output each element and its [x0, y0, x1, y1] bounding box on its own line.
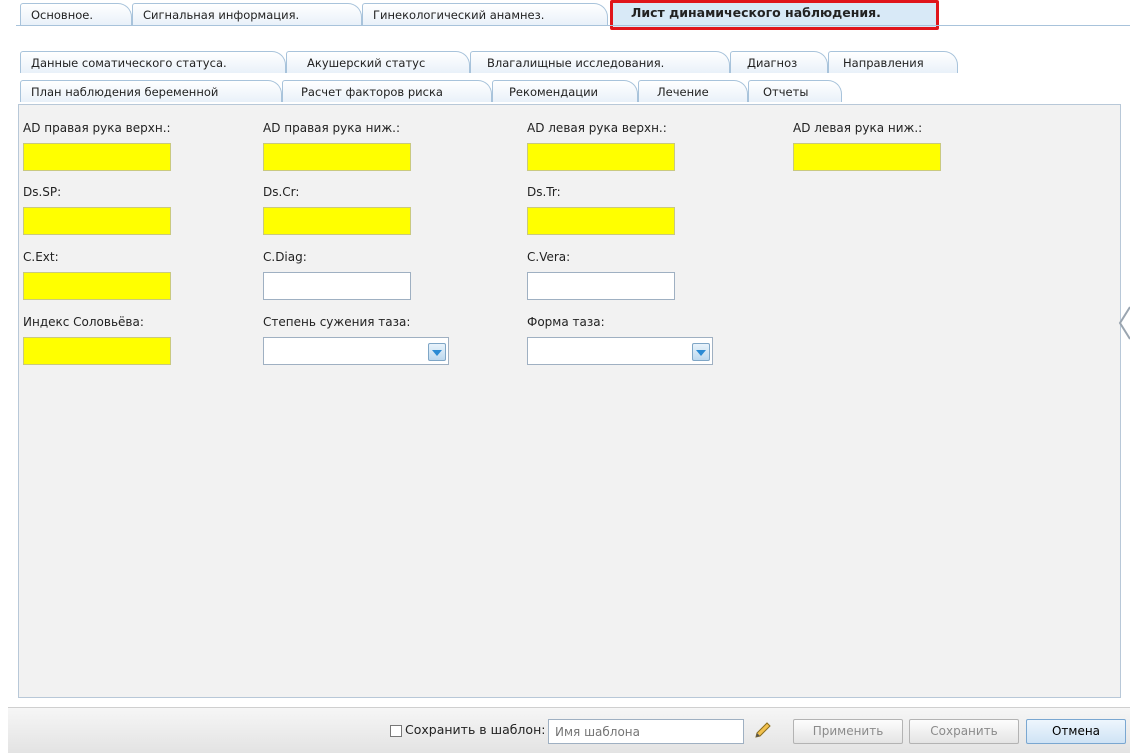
- tab-somatic-status[interactable]: Данные соматического статуса.: [20, 51, 286, 73]
- chevron-down-icon[interactable]: [692, 343, 710, 361]
- c-vera-input[interactable]: [527, 272, 675, 300]
- ad-right-lower-input[interactable]: [263, 143, 411, 171]
- save-button[interactable]: Сохранить: [909, 719, 1019, 744]
- ad-left-upper-label: AD левая рука верхн.:: [527, 121, 667, 135]
- tab-recommendations[interactable]: Рекомендации: [492, 80, 638, 102]
- tab-risk-factors[interactable]: Расчет факторов риска: [282, 80, 492, 102]
- tab-gyn-anamnesis[interactable]: Гинекологический анамнез.: [362, 3, 608, 25]
- tab-vaginal-exam[interactable]: Влагалищные исследования.: [470, 51, 730, 73]
- ds-cr-input[interactable]: [263, 207, 411, 235]
- ad-right-upper-label: AD правая рука верхн.:: [23, 121, 171, 135]
- c-diag-input[interactable]: [263, 272, 411, 300]
- c-ext-label: C.Ext:: [23, 250, 59, 264]
- chevron-left-icon[interactable]: [1118, 305, 1130, 341]
- c-ext-input[interactable]: [23, 272, 171, 300]
- save-template-checkbox[interactable]: [390, 725, 402, 737]
- apply-button[interactable]: Применить: [793, 719, 903, 744]
- ad-left-lower-label: AD левая рука ниж.:: [793, 121, 923, 135]
- pelvis-shape-label: Форма таза:: [527, 315, 605, 329]
- pelvis-shape-select[interactable]: [527, 337, 713, 365]
- ad-right-lower-label: AD правая рука ниж.:: [263, 121, 400, 135]
- c-vera-label: C.Vera:: [527, 250, 571, 264]
- tab-pregnancy-plan[interactable]: План наблюдения беременной: [20, 80, 282, 102]
- c-diag-label: C.Diag:: [263, 250, 307, 264]
- chevron-down-icon[interactable]: [428, 343, 446, 361]
- dialog-footer: Сохранить в шаблон: Применить Сохранить …: [8, 707, 1130, 753]
- tab-diagnosis[interactable]: Диагноз: [730, 51, 828, 73]
- pelvis-narrowing-label: Степень сужения таза:: [263, 315, 411, 329]
- ds-tr-input[interactable]: [527, 207, 675, 235]
- form-panel: AD правая рука верхн.: AD правая рука ни…: [18, 104, 1121, 698]
- cancel-button[interactable]: Отмена: [1026, 719, 1126, 744]
- soloviev-index-input[interactable]: [23, 337, 171, 365]
- tab-treatment[interactable]: Лечение: [638, 80, 748, 102]
- ds-cr-label: Ds.Cr:: [263, 185, 300, 199]
- save-template-label: Сохранить в шаблон:: [405, 722, 546, 737]
- tab-basic[interactable]: Основное.: [20, 3, 132, 25]
- ad-left-upper-input[interactable]: [527, 143, 675, 171]
- tab-reports[interactable]: Отчеты: [748, 80, 842, 102]
- ds-sp-label: Ds.SP:: [23, 185, 62, 199]
- dialog-window: Основное. Сигнальная информация. Гинекол…: [8, 0, 1130, 753]
- tab-obstetric-status[interactable]: Акушерский статус: [286, 51, 470, 73]
- soloviev-index-label: Индекс Соловьёва:: [23, 315, 144, 329]
- ds-sp-input[interactable]: [23, 207, 171, 235]
- tab-referrals[interactable]: Направления: [828, 51, 958, 73]
- ad-right-upper-input[interactable]: [23, 143, 171, 171]
- tab-signal-info[interactable]: Сигнальная информация.: [132, 3, 362, 25]
- ds-tr-label: Ds.Tr:: [527, 185, 561, 199]
- pelvis-narrowing-select[interactable]: [263, 337, 449, 365]
- template-name-input[interactable]: [548, 719, 744, 744]
- ad-left-lower-input[interactable]: [793, 143, 941, 171]
- pencil-icon[interactable]: [753, 720, 773, 740]
- tab-row-divider: [16, 25, 1130, 26]
